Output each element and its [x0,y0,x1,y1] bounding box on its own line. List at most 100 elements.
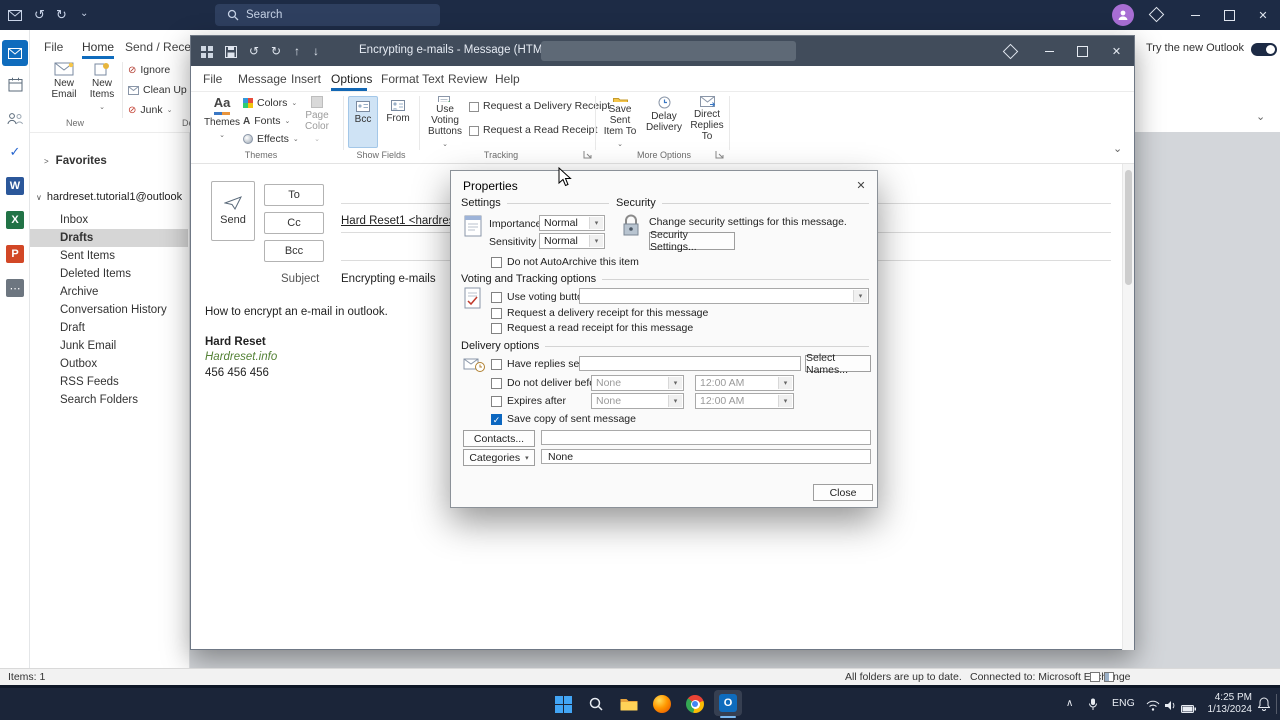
ribbon-collapse-icon[interactable]: ⌄ [1113,142,1122,155]
contacts-button[interactable]: Contacts... [463,430,535,447]
tab-file[interactable]: File [44,40,63,54]
new-items-button[interactable]: New Items ⌄ [84,62,120,116]
tab-options[interactable]: Options [331,72,372,86]
start-button[interactable] [549,691,577,717]
request-delivery-receipt-label[interactable]: Request a Delivery Receipt [483,100,610,112]
qat-customize-chevron-icon[interactable]: ⌄ [80,9,88,19]
undo-icon[interactable]: ↺ [249,45,259,57]
close-button[interactable]: ✕ [1246,0,1280,30]
close-button[interactable]: ✕ [1099,36,1134,66]
tab-home[interactable]: Home [82,40,114,54]
subject-value[interactable]: Encrypting e-mails [341,273,436,285]
tab-format-text[interactable]: Format Text [381,72,444,86]
send-button[interactable]: Send [211,181,255,241]
select-names-button[interactable]: Select Names... [805,355,871,372]
avatar[interactable] [1112,4,1134,26]
powerpoint-nav-icon[interactable]: P [6,245,24,263]
tray-chevron-up-icon[interactable]: ∧ [1066,699,1073,709]
expires-checkbox[interactable] [491,396,502,407]
to-button[interactable]: To [264,184,324,206]
chrome-icon[interactable] [681,691,709,717]
categories-field[interactable]: None [541,449,871,464]
maximize-button[interactable] [1066,36,1099,66]
arrow-down-icon[interactable]: ↓ [313,45,319,57]
sensitivity-dropdown[interactable]: Normal ▾ [539,233,605,249]
mail-icon[interactable] [6,7,24,23]
delivery-receipt-checkbox[interactable] [491,308,502,319]
folder-conversation-history[interactable]: Conversation History [30,301,188,319]
read-receipt-label[interactable]: Request a read receipt for this message [507,322,693,334]
notifications-bell-icon[interactable] [1258,697,1270,716]
file-explorer-icon[interactable] [615,691,643,717]
do-not-deliver-checkbox[interactable] [491,378,502,389]
deliver-time-dropdown[interactable]: 12:00 AM ▾ [695,375,794,391]
arrow-up-icon[interactable]: ↑ [294,45,300,57]
contacts-field[interactable] [541,430,871,445]
close-button[interactable]: Close [813,484,873,501]
have-replies-field[interactable] [579,356,801,371]
redo-icon[interactable]: ↻ [56,8,67,21]
clean-up-button[interactable]: Clean Up ⌄ [128,84,197,96]
message-search-input[interactable] [541,41,796,61]
fonts-button[interactable]: A Fonts ⌄ [243,115,290,127]
save-sent-item-button[interactable]: Save Sent Item To ⌄ [599,96,641,150]
ignore-button[interactable]: ⊘ Ignore [128,64,170,76]
body-line-2[interactable]: Hard Reset [205,336,266,348]
expires-time-dropdown[interactable]: 12:00 AM ▾ [695,393,794,409]
mic-icon[interactable] [1088,698,1098,716]
body-line-4[interactable]: 456 456 456 [205,367,269,379]
folder-archive[interactable]: Archive [30,283,188,301]
request-delivery-receipt-checkbox[interactable] [469,102,479,112]
expires-label[interactable]: Expires after [507,395,566,407]
body-line-1[interactable]: How to encrypt an e-mail in outlook. [205,306,388,318]
folder-outbox[interactable]: Outbox [30,355,188,373]
view-reading-icon[interactable] [1104,672,1114,682]
calendar-nav-icon[interactable] [7,76,23,92]
read-receipt-checkbox[interactable] [491,323,502,334]
folder-draft[interactable]: Draft [30,319,188,337]
colors-button[interactable]: Colors ⌄ [243,97,297,109]
wifi-icon[interactable] [1146,698,1160,716]
maximize-button[interactable] [1212,0,1246,30]
favorites-header[interactable]: > Favorites [44,155,107,167]
save-copy-label[interactable]: Save copy of sent message [507,413,636,425]
body-line-3[interactable]: Hardreset.info [205,351,277,363]
page-color-button[interactable]: Page Color ⌄ [297,96,337,150]
more-apps-icon[interactable]: ⋯ [6,279,24,297]
effects-button[interactable]: Effects ⌄ [243,133,299,145]
firefox-icon[interactable] [648,691,676,717]
diamond-icon[interactable] [1003,44,1019,60]
save-icon[interactable] [225,45,237,63]
scrollbar-thumb[interactable] [1125,170,1132,285]
excel-nav-icon[interactable]: X [6,211,24,229]
diamond-icon[interactable] [1149,7,1165,23]
taskbar-search-icon[interactable] [582,691,610,717]
mail-nav-icon[interactable] [2,40,28,66]
close-icon[interactable]: ✕ [851,176,871,194]
new-outlook-toggle[interactable] [1251,43,1277,56]
folder-search-folders[interactable]: Search Folders [30,391,188,409]
tab-help[interactable]: Help [495,72,520,86]
have-replies-checkbox[interactable] [491,359,502,370]
direct-replies-button[interactable]: Direct Replies To [685,96,729,150]
minimize-button[interactable] [1178,0,1212,30]
delay-delivery-button[interactable]: Delay Delivery [645,96,683,150]
folder-rss-feeds[interactable]: RSS Feeds [30,373,188,391]
save-copy-checkbox[interactable]: ✓ [491,414,502,425]
speaker-icon[interactable] [1164,698,1176,716]
cc-button[interactable]: Cc [264,212,324,234]
use-voting-checkbox[interactable] [491,292,502,303]
undo-icon[interactable]: ↺ [34,8,45,21]
app-grid-icon[interactable] [201,45,213,63]
new-email-button[interactable]: New Email [46,62,82,116]
categories-button[interactable]: Categories ▾ [463,449,535,466]
folder-deleted-items[interactable]: Deleted Items [30,265,188,283]
autoarchive-checkbox[interactable] [491,257,502,268]
todo-nav-icon[interactable]: ✓ [7,144,23,160]
battery-icon[interactable] [1181,700,1196,718]
folder-junk-email[interactable]: Junk Email [30,337,188,355]
tab-review[interactable]: Review [448,72,487,86]
view-normal-icon[interactable] [1090,672,1100,682]
themes-button[interactable]: Aa Themes ⌄ [203,96,241,150]
tab-message[interactable]: Message [238,72,287,86]
